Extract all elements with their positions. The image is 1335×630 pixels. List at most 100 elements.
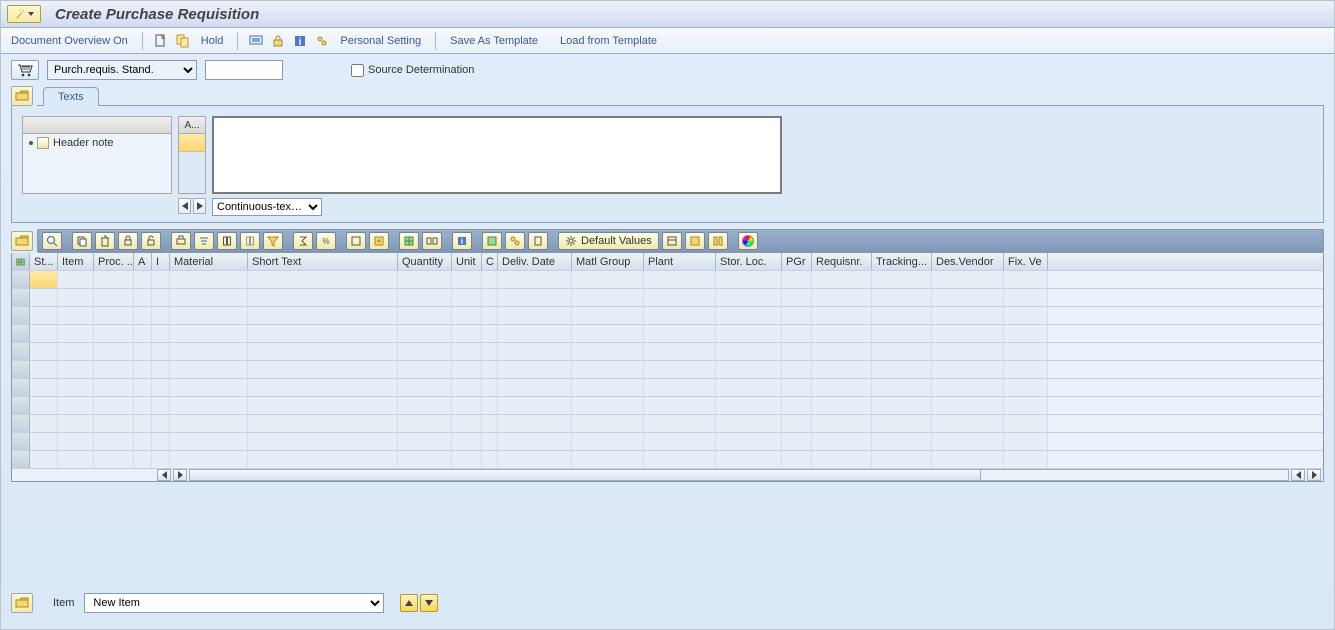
grid-cell[interactable] <box>58 451 94 468</box>
col-i[interactable]: I <box>152 253 170 270</box>
grid-cell[interactable] <box>30 451 58 468</box>
grid-cell[interactable] <box>872 289 932 306</box>
grid-cell[interactable] <box>452 271 482 288</box>
grid-cell[interactable] <box>872 325 932 342</box>
grid-cell[interactable] <box>932 397 1004 414</box>
grid-cell[interactable] <box>932 451 1004 468</box>
row-header[interactable] <box>12 451 30 468</box>
grid-cell[interactable] <box>94 415 134 432</box>
grid-cell[interactable] <box>1004 415 1048 432</box>
table-row[interactable] <box>12 307 1323 325</box>
assign-source-button[interactable] <box>505 232 525 250</box>
grid-cell[interactable] <box>134 451 152 468</box>
col-quantity[interactable]: Quantity <box>398 253 452 270</box>
grid-cell[interactable] <box>716 451 782 468</box>
grid-cell[interactable] <box>134 433 152 450</box>
grid-cell[interactable] <box>716 307 782 324</box>
grid-cell[interactable] <box>152 361 170 378</box>
row-header[interactable] <box>12 325 30 342</box>
col-plant[interactable]: Plant <box>644 253 716 270</box>
grid-cell[interactable] <box>152 433 170 450</box>
grid-cell[interactable] <box>572 307 644 324</box>
grid-cell[interactable] <box>716 361 782 378</box>
grid-cell[interactable] <box>1004 379 1048 396</box>
grid-cell[interactable] <box>58 379 94 396</box>
grid-cell[interactable] <box>782 451 812 468</box>
grid-cell[interactable] <box>482 379 498 396</box>
grid-cell[interactable] <box>872 397 932 414</box>
delete-button[interactable] <box>95 232 115 250</box>
grid-cell[interactable] <box>30 325 58 342</box>
personal-setting-button[interactable]: Personal Setting <box>336 33 425 49</box>
layout-button-2[interactable] <box>685 232 705 250</box>
table-row[interactable] <box>12 343 1323 361</box>
grid-cell[interactable] <box>1004 451 1048 468</box>
table-row[interactable] <box>12 415 1323 433</box>
collapse-items-button[interactable] <box>11 231 33 251</box>
change-layout-button[interactable] <box>422 232 442 250</box>
grid-cell[interactable] <box>170 325 248 342</box>
text-status-cell[interactable] <box>179 134 205 152</box>
table-row[interactable] <box>12 433 1323 451</box>
grid-cell[interactable] <box>644 361 716 378</box>
grid-cell[interactable] <box>572 433 644 450</box>
grid-cell[interactable] <box>572 451 644 468</box>
grid-cell[interactable] <box>498 343 572 360</box>
doc-overview-button[interactable]: Document Overview On <box>7 33 132 49</box>
scroll-left-end-button[interactable] <box>1291 469 1305 481</box>
collapse-item-button[interactable] <box>11 593 33 613</box>
table-row[interactable] <box>12 325 1323 343</box>
grid-cell[interactable] <box>30 361 58 378</box>
grid-cell[interactable] <box>152 451 170 468</box>
grid-cell[interactable] <box>248 397 398 414</box>
transaction-icon-box[interactable] <box>7 5 41 23</box>
grid-cell[interactable] <box>572 397 644 414</box>
grid-cell[interactable] <box>1004 343 1048 360</box>
item-prev-button[interactable] <box>400 594 418 612</box>
choose-layout-button[interactable] <box>399 232 419 250</box>
grid-cell[interactable] <box>782 289 812 306</box>
grid-cell[interactable] <box>782 415 812 432</box>
filter-button[interactable] <box>263 232 283 250</box>
load-from-template-button[interactable]: Load from Template <box>556 33 661 49</box>
grid-cell[interactable] <box>482 397 498 414</box>
grid-cell[interactable] <box>398 397 452 414</box>
grid-cell[interactable] <box>452 379 482 396</box>
item-select[interactable]: New Item <box>84 593 384 613</box>
col-item[interactable]: Item <box>58 253 94 270</box>
grid-cell[interactable] <box>498 271 572 288</box>
grid-cell[interactable] <box>58 325 94 342</box>
grid-cell[interactable] <box>248 415 398 432</box>
grid-cell[interactable] <box>482 271 498 288</box>
grid-cell[interactable] <box>482 451 498 468</box>
grid-cell[interactable] <box>644 379 716 396</box>
grid-cell[interactable] <box>248 433 398 450</box>
grid-cell[interactable] <box>482 343 498 360</box>
row-header[interactable] <box>12 271 30 288</box>
grid-cell[interactable] <box>812 325 872 342</box>
grid-cell[interactable] <box>452 397 482 414</box>
table-row[interactable] <box>12 397 1323 415</box>
grid-cell[interactable] <box>498 289 572 306</box>
grid-cell[interactable] <box>932 361 1004 378</box>
grid-cell[interactable] <box>94 289 134 306</box>
row-header[interactable] <box>12 361 30 378</box>
attachment-button[interactable] <box>528 232 548 250</box>
grid-cell[interactable] <box>170 397 248 414</box>
grid-cell[interactable] <box>134 379 152 396</box>
grid-cell[interactable] <box>812 343 872 360</box>
grid-cell[interactable] <box>482 307 498 324</box>
grid-cell[interactable] <box>398 325 452 342</box>
grid-cell[interactable] <box>58 343 94 360</box>
row-header[interactable] <box>12 433 30 450</box>
grid-cell[interactable] <box>152 325 170 342</box>
grid-cell[interactable] <box>398 451 452 468</box>
grid-cell[interactable] <box>872 271 932 288</box>
tab-texts[interactable]: Texts <box>43 87 99 106</box>
grid-cell[interactable] <box>134 271 152 288</box>
grid-cell[interactable] <box>94 271 134 288</box>
grid-cell[interactable] <box>30 379 58 396</box>
scroll-right-button[interactable] <box>173 469 187 481</box>
grid-cell[interactable] <box>94 307 134 324</box>
grid-cell[interactable] <box>170 271 248 288</box>
